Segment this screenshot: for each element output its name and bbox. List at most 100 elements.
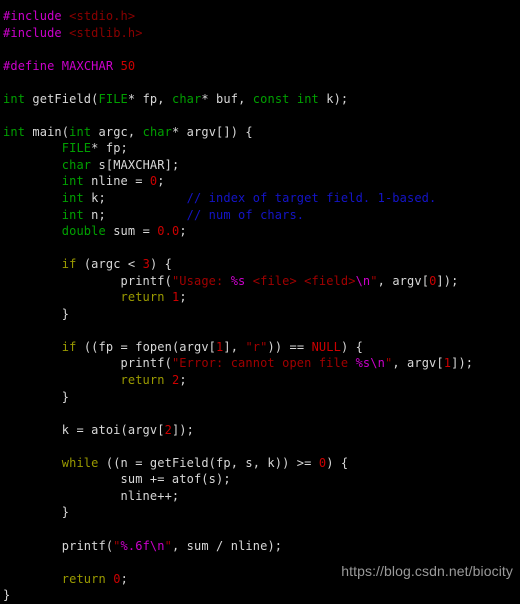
code-token: " [370,273,378,288]
code-token: int [3,91,26,106]
code-token: ; [179,290,187,305]
code-token: * buf, [201,91,253,106]
code-token: ; [120,571,128,586]
code-token: if [61,257,77,272]
code-token: , argv[ [377,273,430,288]
code-token: printf( [3,538,114,553]
code-line: #include <stdlib.h> [0,25,520,42]
code-line: while ((n = getField(fp, s, k)) >= 0) { [0,455,520,472]
code-token: " [164,538,172,553]
code-token: int [61,174,84,189]
code-token: int [3,124,26,139]
code-token: %.6f\n [120,538,165,553]
code-line: return 1; [0,289,520,306]
code-token: int [61,191,84,206]
code-token: ((fp = fopen(argv[ [76,339,217,354]
code-token: ]); [171,422,194,437]
code-token: printf( [3,356,172,371]
code-viewer: #include <stdio.h> #include <stdlib.h> #d… [0,0,520,602]
code-line: k = atoi(argv[2]); [0,422,520,439]
code-token: int [61,207,84,222]
code-token: k); [318,91,349,106]
code-line: printf("Usage: %s <file> <field>\n", arg… [0,273,520,290]
code-token: #include [3,9,62,23]
code-line: int getField(FILE* fp, char* buf, const … [0,91,520,108]
code-token: ) { [149,257,172,272]
code-line: return 2; [0,372,520,389]
code-line: int n; // num of chars. [0,207,520,224]
code-token: argc, [91,124,143,139]
code-token: ) { [326,455,349,470]
code-token: "Usage: [171,273,231,288]
code-token: <file> <field> [245,273,356,288]
code-line: } [0,389,520,406]
code-line: #include <stdio.h> [0,8,520,25]
code-line: } [0,587,520,604]
code-token: // num of chars. [186,207,305,222]
code-token: 3 [142,257,150,272]
code-token: const int [252,91,319,106]
code-token: double [61,224,106,239]
code-line: if (argc < 3) { [0,256,520,273]
code-token: "Error: cannot open file [171,356,356,371]
code-line: #define MAXCHAR 50 [0,58,520,75]
code-token: printf( [3,273,172,288]
code-token: NULL [311,339,341,354]
code-token: } [3,505,70,520]
code-token: } [3,306,70,321]
code-token: "r" [245,339,268,354]
code-token: while [61,455,99,470]
code-token: ) { [340,339,363,354]
code-token: \n [355,273,371,288]
code-token: char [171,91,202,106]
code-token: sum += atof(s); [3,472,231,487]
code-token: #include [3,25,62,40]
code-token: k; [83,191,187,206]
code-token: return [120,290,165,305]
code-token: , argv[ [392,356,444,371]
code-token: FILE [98,91,128,106]
code-token: } [3,389,70,404]
code-token: * fp; [91,141,128,156]
code-token: #define [3,58,55,73]
code-token: char [61,157,92,172]
code-line: int main(int argc, char* argv[]) { [0,124,520,141]
code-line: int k; // index of target field. 1-based… [0,190,520,207]
code-token: int [69,124,92,139]
code-line: printf("Error: cannot open file %s\n", a… [0,355,520,372]
code-line: if ((fp = fopen(argv[1], "r")) == NULL) … [0,339,520,356]
code-token: " [113,538,121,553]
code-token: 1 [443,356,452,371]
code-token: nline++; [3,488,180,503]
code-listing[interactable]: #include <stdio.h> #include <stdlib.h> #d… [0,8,520,604]
code-line: int nline = 0; [0,173,520,190]
code-token: <stdlib.h> [69,25,143,40]
code-token: %s [230,273,246,288]
code-token: ; [179,373,187,388]
code-token: MAXCHAR [61,58,114,73]
code-token: )) == [267,339,312,354]
code-token: n; [83,207,187,222]
code-token: k = atoi(argv[ [3,422,165,437]
code-token: // index of target field. 1-based. [186,191,437,206]
code-token: sum = [105,224,158,239]
code-token: s[MAXCHAR]; [91,157,180,172]
code-line: printf("%.6f\n", sum / nline); [0,538,520,555]
code-token: main( [25,124,70,139]
